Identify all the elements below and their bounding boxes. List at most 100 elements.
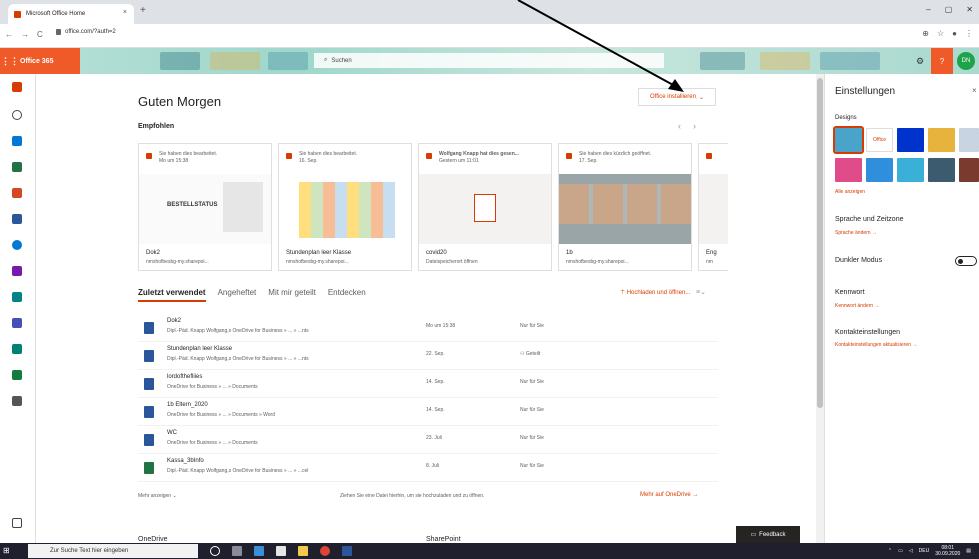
close-window-button[interactable]: ✕ bbox=[966, 5, 973, 14]
network-icon[interactable]: ▭ bbox=[898, 548, 903, 554]
help-button[interactable]: ? bbox=[931, 48, 953, 74]
chevron-right-icon[interactable]: › bbox=[693, 121, 696, 131]
new-tab-button[interactable]: + bbox=[140, 5, 146, 16]
tab-discover[interactable]: Entdecken bbox=[328, 288, 366, 302]
chevron-left-icon[interactable]: ‹ bbox=[678, 121, 681, 131]
change-password-link[interactable]: Kennwort ändern → bbox=[835, 303, 879, 309]
teams-icon[interactable] bbox=[12, 318, 22, 328]
taskbar-search-input[interactable]: Zur Suche Text hier eingeben bbox=[28, 544, 198, 558]
chrome-icon[interactable] bbox=[320, 546, 330, 556]
url-field[interactable]: office.com/?auth=2 bbox=[56, 29, 116, 35]
sharepoint-icon[interactable] bbox=[12, 292, 22, 302]
header-search-input[interactable]: ⌕ Suchen bbox=[314, 53, 664, 68]
tab-close-icon[interactable]: × bbox=[123, 9, 127, 16]
file-date: 22. Sep. bbox=[426, 351, 445, 357]
header-actions: ⚙ ? DN bbox=[909, 48, 979, 74]
header-pattern-decoration bbox=[820, 52, 880, 70]
change-language-link[interactable]: Sprache ändern → bbox=[835, 230, 877, 236]
card-name: Eng bbox=[706, 250, 717, 256]
outlook-icon[interactable] bbox=[12, 136, 22, 146]
theme-option[interactable] bbox=[897, 128, 924, 152]
search-icon: ⌕ bbox=[324, 57, 328, 63]
forms-icon[interactable] bbox=[12, 396, 22, 406]
recommended-card[interactable]: Sie haben dies bearbeitet. Mo um 15:38 BE… bbox=[138, 143, 272, 271]
recommended-card[interactable]: Eng nm bbox=[698, 143, 728, 271]
update-contact-link[interactable]: Kontakteinstellungen aktualisieren → bbox=[835, 342, 917, 348]
maximize-button[interactable]: ▢ bbox=[945, 5, 953, 14]
browser-menu-icon[interactable]: ⋮ bbox=[965, 29, 973, 38]
dark-mode-toggle[interactable] bbox=[955, 256, 977, 266]
all-apps-icon[interactable] bbox=[12, 518, 22, 528]
tab-recent[interactable]: Zuletzt verwendet bbox=[138, 288, 206, 302]
show-more-link[interactable]: Mehr anzeigen ⌄ bbox=[138, 493, 177, 499]
theme-option-office[interactable]: Office bbox=[866, 128, 893, 152]
profile-icon[interactable]: ● bbox=[952, 29, 957, 38]
feedback-button[interactable]: ▭ Feedback bbox=[736, 526, 800, 543]
close-icon[interactable]: × bbox=[972, 86, 977, 95]
excel-app-icon[interactable] bbox=[12, 370, 22, 380]
gear-icon[interactable]: ⚙ bbox=[909, 48, 931, 74]
tray-arrow-icon[interactable]: ⌃ bbox=[888, 548, 892, 554]
upload-open-button[interactable]: ⇡ Hochladen und öffnen... bbox=[620, 289, 690, 296]
avatar[interactable]: DN bbox=[957, 52, 975, 70]
folder-icon bbox=[706, 153, 712, 159]
onedrive-icon[interactable] bbox=[12, 240, 22, 250]
theme-option[interactable] bbox=[897, 158, 924, 182]
store-icon[interactable] bbox=[276, 546, 286, 556]
password-heading: Kennwort bbox=[835, 289, 865, 296]
home-icon[interactable] bbox=[12, 82, 22, 92]
theme-option[interactable] bbox=[959, 158, 979, 182]
reload-icon[interactable]: C bbox=[37, 30, 43, 39]
back-icon[interactable]: ← bbox=[5, 30, 13, 39]
windows-start-icon[interactable]: ⊞ bbox=[3, 546, 13, 556]
clock[interactable]: 08:01 30.09.2020 bbox=[935, 545, 960, 557]
word-file-icon bbox=[144, 322, 154, 334]
task-view-icon[interactable] bbox=[232, 546, 242, 556]
browser-tab[interactable]: Microsoft Office Home × bbox=[8, 4, 134, 24]
search-placeholder: Suchen bbox=[331, 57, 352, 64]
theme-option[interactable] bbox=[959, 128, 979, 152]
word-app-icon[interactable] bbox=[12, 214, 22, 224]
view-toggle-icon[interactable]: ≡⌄ bbox=[696, 288, 706, 296]
forward-icon[interactable]: → bbox=[21, 30, 29, 39]
onenote-icon[interactable] bbox=[12, 266, 22, 276]
create-icon[interactable] bbox=[12, 110, 22, 120]
table-row[interactable]: 1b Eltern_2020 OneDrive for Business » .… bbox=[138, 398, 718, 426]
powerpoint-icon[interactable] bbox=[12, 188, 22, 198]
theme-option[interactable] bbox=[866, 158, 893, 182]
table-row[interactable]: Stundenplan leer Klasse Dipl.-Päd. Knapp… bbox=[138, 342, 718, 370]
tab-pinned[interactable]: Angeheftet bbox=[218, 288, 257, 302]
bookmark-star-icon[interactable]: ☆ bbox=[937, 29, 944, 38]
zoom-icon[interactable]: ⊕ bbox=[922, 29, 929, 38]
lock-icon bbox=[56, 29, 61, 35]
language-indicator[interactable]: DEU bbox=[919, 548, 930, 554]
word-icon[interactable] bbox=[12, 162, 22, 172]
brand-label[interactable]: Office 365 bbox=[20, 58, 53, 65]
recommended-card[interactable]: Sie haben dies kürzlich geöffnet. 17. Sep… bbox=[558, 143, 692, 271]
edge-icon[interactable] bbox=[254, 546, 264, 556]
scrollbar-thumb[interactable] bbox=[817, 78, 823, 408]
recommended-card[interactable]: Sie haben dies bearbeitet. 16. Sep. Stund… bbox=[278, 143, 412, 271]
table-row[interactable]: Dok2 Dipl.-Päd. Knapp Wolfgang,s OneDriv… bbox=[138, 314, 718, 342]
minimize-button[interactable]: – bbox=[926, 5, 930, 14]
word-taskbar-icon[interactable] bbox=[342, 546, 352, 556]
install-office-button[interactable]: Office installieren ⌄ bbox=[638, 88, 716, 106]
app-launcher-icon[interactable]: ⋮⋮ bbox=[0, 56, 20, 67]
more-on-onedrive-link[interactable]: Mehr auf OneDrive → bbox=[640, 492, 698, 498]
explorer-icon[interactable] bbox=[298, 546, 308, 556]
table-row[interactable]: lordofthefliies OneDrive for Business » … bbox=[138, 370, 718, 398]
cortana-icon[interactable] bbox=[210, 546, 220, 556]
theme-option[interactable] bbox=[928, 158, 955, 182]
notifications-icon[interactable]: ▤ bbox=[966, 548, 971, 554]
theme-option[interactable] bbox=[928, 128, 955, 152]
volume-icon[interactable]: ◁ bbox=[909, 548, 913, 554]
theme-option[interactable] bbox=[833, 126, 864, 154]
tab-shared-with-me[interactable]: Mit mir geteilt bbox=[268, 288, 316, 302]
table-row[interactable]: WC OneDrive for Business » ... » Documen… bbox=[138, 426, 718, 454]
table-row[interactable]: Kassa_3bInfo Dipl.-Päd. Knapp Wolfgang,s… bbox=[138, 454, 718, 482]
sway-icon[interactable] bbox=[12, 344, 22, 354]
word-file-icon bbox=[144, 350, 154, 362]
show-all-themes-link[interactable]: Alle anzeigen bbox=[835, 189, 865, 195]
theme-option[interactable] bbox=[835, 158, 862, 182]
recommended-card[interactable]: Wolfgang Knapp hat dies gesen... Gestern … bbox=[418, 143, 552, 271]
